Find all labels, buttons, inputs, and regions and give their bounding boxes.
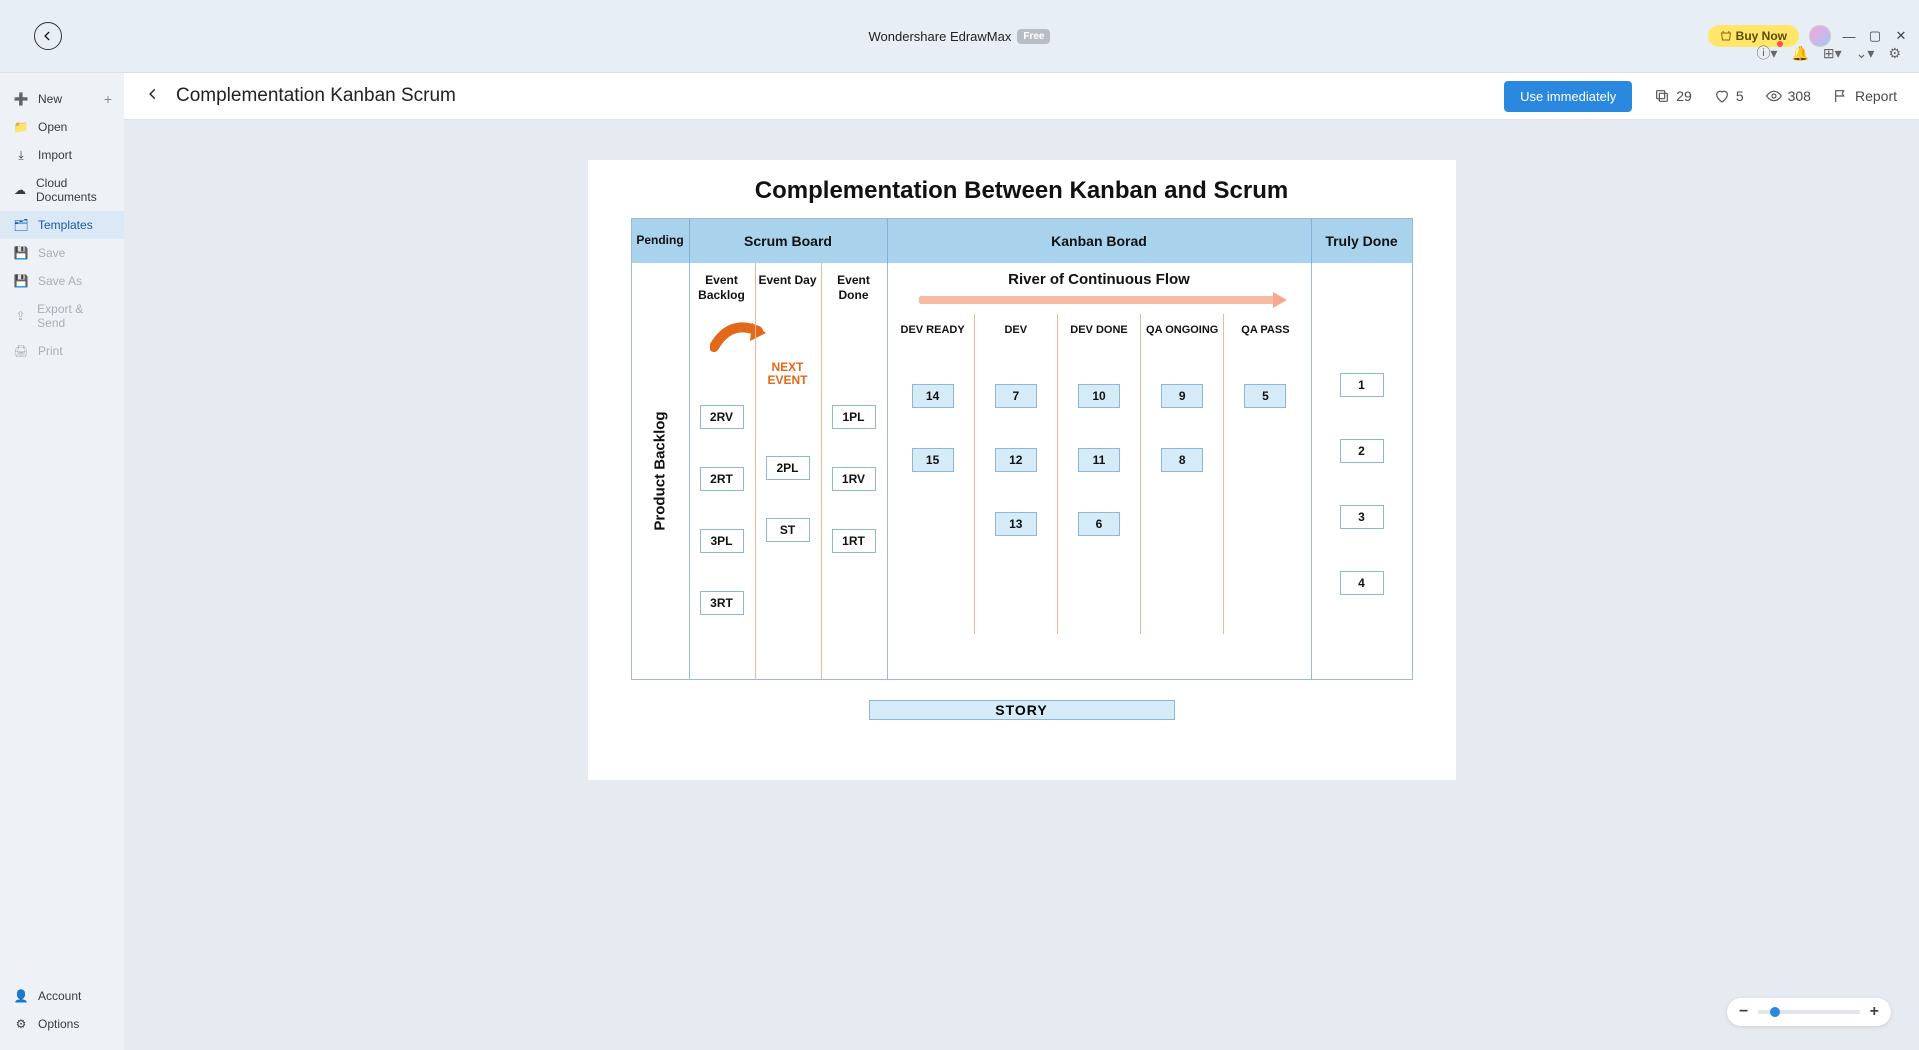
sidebar-item-save[interactable]: 💾Save <box>0 239 124 267</box>
kan-dev-ready: DEV READY 14 15 <box>892 314 974 634</box>
header-bar: Complementation Kanban Scrum Use immedia… <box>124 73 1919 120</box>
titlebar: Wondershare EdrawMax Free Buy Now — ▢ ✕ <box>0 0 1919 73</box>
card: 15 <box>912 448 954 472</box>
card: 2RT <box>700 467 744 491</box>
sidebar-item-print[interactable]: 🖨Print <box>0 337 124 365</box>
zoom-control[interactable]: − + <box>1727 998 1891 1026</box>
card: 1 <box>1340 373 1384 397</box>
column-scrum: Event Backlog 2RV 2RT 3PL 3RT Event Day <box>690 263 888 679</box>
stat-copies[interactable]: 29 <box>1654 88 1692 104</box>
header-back-chevron[interactable] <box>146 87 160 106</box>
card: 7 <box>995 384 1037 408</box>
kan-qa-ongoing: QA ONGOING 9 8 <box>1140 314 1223 634</box>
card: 8 <box>1161 448 1203 472</box>
gear-icon[interactable]: ⚙ <box>1888 45 1901 62</box>
card: 1RV <box>832 467 876 491</box>
maximize-button[interactable]: ▢ <box>1867 28 1883 44</box>
diagram-canvas: Complementation Between Kanban and Scrum… <box>588 160 1456 780</box>
folder-icon: 📁 <box>14 120 28 134</box>
cog-icon: ⚙ <box>14 1017 28 1031</box>
canvas-area[interactable]: Complementation Between Kanban and Scrum… <box>124 120 1919 1050</box>
sidebar-item-templates[interactable]: 🗂Templates <box>0 211 124 239</box>
kan-dev: DEV 7 12 13 <box>974 314 1057 634</box>
scrum-event-day: Event Day NEXT EVENT 2PL ST <box>755 263 821 679</box>
sidebar-item-import[interactable]: ⤓Import <box>0 141 124 169</box>
zoom-in-button[interactable]: + <box>1870 1003 1879 1021</box>
saveas-icon: 💾 <box>14 274 28 288</box>
sidebar-item-export[interactable]: ⇪Export & Send <box>0 295 124 337</box>
col-header-pending: Pending <box>632 219 690 263</box>
sidebar-item-open[interactable]: 📁Open <box>0 113 124 141</box>
card: ST <box>766 518 810 542</box>
sidebar: ➕New+ 📁Open ⤓Import ☁Cloud Documents 🗂Te… <box>0 73 124 1050</box>
card: 2 <box>1340 439 1384 463</box>
column-kanban: River of Continuous Flow DEV READY 14 15 <box>888 263 1312 679</box>
zoom-out-button[interactable]: − <box>1739 1003 1748 1021</box>
card: 1PL <box>832 405 876 429</box>
sidebar-item-account[interactable]: 👤Account <box>0 982 124 1010</box>
account-icon: 👤 <box>14 989 28 1003</box>
scrum-event-done: Event Done 1PL 1RV 1RT <box>821 263 887 679</box>
zoom-thumb[interactable] <box>1770 1007 1780 1017</box>
card: 1RT <box>832 529 876 553</box>
diagram: Pending Scrum Board Kanban Borad Truly D… <box>631 218 1413 680</box>
plus-square-icon: ➕ <box>14 92 28 106</box>
card: 2RV <box>700 405 744 429</box>
diagram-title: Complementation Between Kanban and Scrum <box>588 176 1456 206</box>
sidebar-item-new[interactable]: ➕New+ <box>0 85 124 113</box>
close-button[interactable]: ✕ <box>1893 28 1909 44</box>
filter-icon[interactable]: ⌄▾ <box>1856 45 1875 62</box>
card: 6 <box>1078 512 1120 536</box>
page-title: Complementation Kanban Scrum <box>176 85 456 107</box>
card: 3RT <box>700 591 744 615</box>
card: 5 <box>1244 384 1286 408</box>
save-icon: 💾 <box>14 246 28 260</box>
stat-views[interactable]: 308 <box>1766 88 1811 104</box>
river-arrow <box>919 296 1279 304</box>
use-immediately-button[interactable]: Use immediately <box>1504 81 1632 112</box>
card: 9 <box>1161 384 1203 408</box>
card: 14 <box>912 384 954 408</box>
grid-icon[interactable]: ⊞▾ <box>1823 45 1842 62</box>
diagram-header-row: Pending Scrum Board Kanban Borad Truly D… <box>632 219 1412 263</box>
back-button[interactable] <box>34 22 62 50</box>
report-button[interactable]: Report <box>1833 88 1897 104</box>
bell-icon[interactable]: 🔔 <box>1791 45 1808 62</box>
export-icon: ⇪ <box>14 309 27 323</box>
card: 4 <box>1340 571 1384 595</box>
product-backlog-label: Product Backlog <box>652 411 669 530</box>
import-icon: ⤓ <box>14 148 28 162</box>
help-icon[interactable]: ⓘ▾ <box>1756 43 1777 63</box>
sidebar-item-cloud[interactable]: ☁Cloud Documents <box>0 169 124 211</box>
card: 10 <box>1078 384 1120 408</box>
cloud-icon: ☁ <box>14 183 26 197</box>
column-done: 1 2 3 4 <box>1312 263 1412 679</box>
kan-qa-pass: QA PASS 5 <box>1223 314 1306 634</box>
stat-likes[interactable]: 5 <box>1714 88 1744 104</box>
print-icon: 🖨 <box>14 344 28 358</box>
plus-icon[interactable]: + <box>104 91 112 107</box>
app-title: Wondershare EdrawMax <box>869 29 1012 44</box>
col-header-done: Truly Done <box>1312 219 1412 263</box>
card: 2PL <box>766 456 810 480</box>
story-box: STORY <box>869 700 1175 720</box>
column-pending: Product Backlog <box>632 263 690 679</box>
sidebar-item-saveas[interactable]: 💾Save As <box>0 267 124 295</box>
col-header-kanban: Kanban Borad <box>888 219 1312 263</box>
sidebar-item-options[interactable]: ⚙Options <box>0 1010 124 1038</box>
card: 11 <box>1078 448 1120 472</box>
kan-dev-done: DEV DONE 10 11 6 <box>1057 314 1140 634</box>
free-badge: Free <box>1017 29 1050 44</box>
next-event-label: NEXT EVENT <box>767 361 807 387</box>
scrum-event-backlog: Event Backlog 2RV 2RT 3PL 3RT <box>690 263 755 679</box>
minimize-button[interactable]: — <box>1841 28 1857 44</box>
card: 3PL <box>700 529 744 553</box>
col-header-scrum: Scrum Board <box>690 219 888 263</box>
card: 3 <box>1340 505 1384 529</box>
templates-icon: 🗂 <box>14 218 28 232</box>
zoom-slider[interactable] <box>1758 1010 1859 1014</box>
kanban-river-title: River of Continuous Flow <box>888 263 1311 290</box>
card: 12 <box>995 448 1037 472</box>
card: 13 <box>995 512 1037 536</box>
